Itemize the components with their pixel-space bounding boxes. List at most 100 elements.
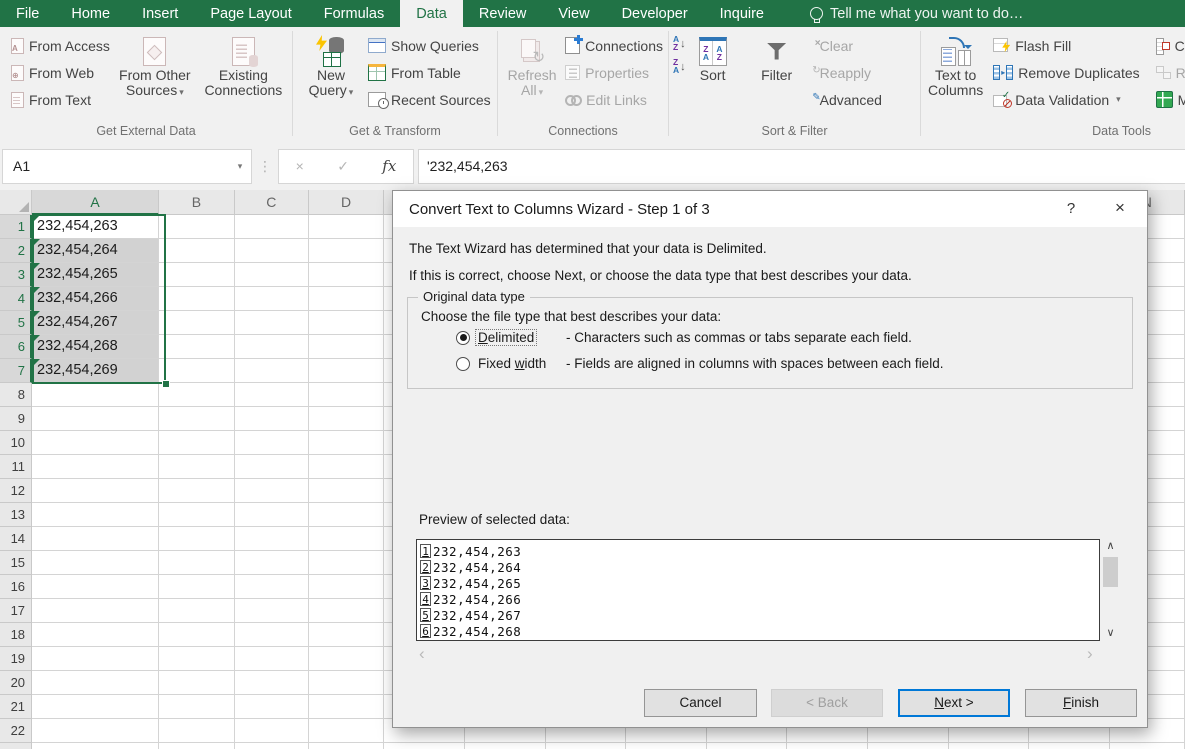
cell-d6[interactable] xyxy=(308,335,385,359)
row-header-11[interactable]: 11 xyxy=(0,455,33,479)
row-header-8[interactable]: 8 xyxy=(0,383,33,407)
cell-d12[interactable] xyxy=(308,479,385,503)
tab-file[interactable]: File xyxy=(0,0,55,27)
manage-data-model-button[interactable]: Ma xyxy=(1153,86,1185,113)
insert-function-icon[interactable]: fx xyxy=(382,157,396,175)
formula-input[interactable]: '232,454,263 xyxy=(418,148,1185,184)
cell-e23[interactable] xyxy=(384,743,465,749)
tab-formulas[interactable]: Formulas xyxy=(308,0,400,27)
cell-c11[interactable] xyxy=(234,455,309,479)
cell-c2[interactable] xyxy=(234,239,309,263)
row-header-20[interactable]: 20 xyxy=(0,671,33,695)
cell-b4[interactable] xyxy=(159,287,235,311)
cell-c22[interactable] xyxy=(234,719,309,743)
row-header-23[interactable]: 23 xyxy=(0,743,33,749)
cell-c3[interactable] xyxy=(234,263,309,287)
next-button[interactable]: Next > xyxy=(898,689,1010,717)
row-header-15[interactable]: 15 xyxy=(0,551,33,575)
tab-developer[interactable]: Developer xyxy=(606,0,704,27)
cell-d19[interactable] xyxy=(308,647,385,671)
cell-b19[interactable] xyxy=(159,647,235,671)
row-header-5[interactable]: 5 xyxy=(0,311,33,335)
cell-b6[interactable] xyxy=(159,335,235,359)
row-header-12[interactable]: 12 xyxy=(0,479,33,503)
cancel-entry-icon[interactable]: × xyxy=(296,158,304,174)
cell-b12[interactable] xyxy=(159,479,235,503)
cancel-button[interactable]: Cancel xyxy=(644,689,757,717)
row-header-10[interactable]: 10 xyxy=(0,431,33,455)
cell-c6[interactable] xyxy=(234,335,309,359)
cell-a9[interactable] xyxy=(32,407,160,431)
row-header-13[interactable]: 13 xyxy=(0,503,33,527)
cell-c5[interactable] xyxy=(234,311,309,335)
cell-d14[interactable] xyxy=(308,527,385,551)
cell-d9[interactable] xyxy=(308,407,385,431)
cell-a18[interactable] xyxy=(32,623,160,647)
cell-a7[interactable]: 232,454,269 xyxy=(32,359,160,383)
scroll-down-icon[interactable]: ∨ xyxy=(1106,626,1114,641)
show-queries-button[interactable]: Show Queries xyxy=(365,32,494,59)
advanced-filter-button[interactable]: ✎ Advanced xyxy=(812,86,885,113)
scroll-right-icon[interactable]: › xyxy=(1087,645,1093,662)
cell-m23[interactable] xyxy=(1029,743,1110,749)
cell-c9[interactable] xyxy=(234,407,309,431)
row-header-16[interactable]: 16 xyxy=(0,575,33,599)
cell-d1[interactable] xyxy=(308,215,385,239)
row-header-14[interactable]: 14 xyxy=(0,527,33,551)
remove-duplicates-button[interactable]: ▸ Remove Duplicates xyxy=(990,59,1142,86)
row-header-9[interactable]: 9 xyxy=(0,407,33,431)
delimited-radio[interactable] xyxy=(456,330,470,345)
help-icon[interactable]: ? xyxy=(1049,191,1093,227)
cell-b7[interactable] xyxy=(159,359,235,383)
data-validation-button[interactable]: ✓ Data Validation ▾ xyxy=(990,86,1142,113)
consolidate-button[interactable]: Co xyxy=(1153,32,1185,59)
cell-b23[interactable] xyxy=(159,743,235,749)
cell-l23[interactable] xyxy=(949,743,1030,749)
cell-b3[interactable] xyxy=(159,263,235,287)
cell-c20[interactable] xyxy=(234,671,309,695)
cell-n23[interactable] xyxy=(1110,743,1185,749)
dialog-title-bar[interactable]: Convert Text to Columns Wizard - Step 1 … xyxy=(393,191,1147,227)
cell-a22[interactable] xyxy=(32,719,160,743)
select-all-corner[interactable] xyxy=(0,190,32,215)
column-header-b[interactable]: B xyxy=(159,190,235,215)
row-header-6[interactable]: 6 xyxy=(0,335,33,359)
enter-entry-icon[interactable]: ✓ xyxy=(337,158,349,175)
cell-a11[interactable] xyxy=(32,455,160,479)
tab-review[interactable]: Review xyxy=(463,0,543,27)
cell-a6[interactable]: 232,454,268 xyxy=(32,335,160,359)
cell-c18[interactable] xyxy=(234,623,309,647)
name-box-dropdown-icon[interactable]: ▾ xyxy=(229,161,251,172)
cell-d21[interactable] xyxy=(308,695,385,719)
tab-insert[interactable]: Insert xyxy=(126,0,194,27)
cell-b9[interactable] xyxy=(159,407,235,431)
sort-descending-button[interactable]: ZA ↓ xyxy=(673,58,686,74)
cell-a23[interactable] xyxy=(32,743,160,749)
cell-c12[interactable] xyxy=(234,479,309,503)
cell-b11[interactable] xyxy=(159,455,235,479)
cell-a13[interactable] xyxy=(32,503,160,527)
cell-a15[interactable] xyxy=(32,551,160,575)
cell-b13[interactable] xyxy=(159,503,235,527)
cell-c17[interactable] xyxy=(234,599,309,623)
row-header-22[interactable]: 22 xyxy=(0,719,33,743)
cell-a19[interactable] xyxy=(32,647,160,671)
cell-f23[interactable] xyxy=(465,743,546,749)
cell-d2[interactable] xyxy=(308,239,385,263)
cell-c23[interactable] xyxy=(235,743,309,749)
cell-d3[interactable] xyxy=(308,263,385,287)
flash-fill-button[interactable]: Flash Fill xyxy=(990,32,1142,59)
cell-a17[interactable] xyxy=(32,599,160,623)
name-box[interactable]: A1 ▾ xyxy=(2,148,252,184)
close-icon[interactable]: × xyxy=(1093,191,1147,227)
cell-j23[interactable] xyxy=(787,743,868,749)
cell-b10[interactable] xyxy=(159,431,235,455)
new-query-button[interactable]: New Query ▾ xyxy=(297,30,365,123)
fixed-width-radio[interactable] xyxy=(456,356,470,371)
tab-page-layout[interactable]: Page Layout xyxy=(194,0,307,27)
row-header-1[interactable]: 1 xyxy=(0,215,33,239)
cell-c19[interactable] xyxy=(234,647,309,671)
scroll-left-icon[interactable]: ‹ xyxy=(419,645,425,662)
row-header-18[interactable]: 18 xyxy=(0,623,33,647)
cell-b15[interactable] xyxy=(159,551,235,575)
